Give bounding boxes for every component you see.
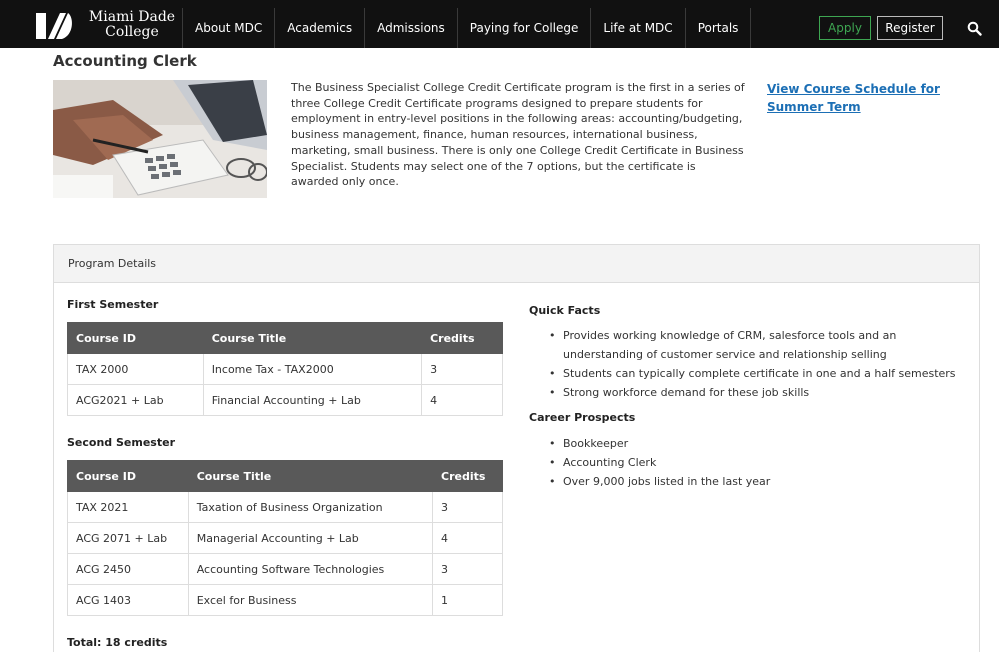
credits-cell: 1 <box>432 584 503 616</box>
top-navigation-bar: Miami Dade College About MDC Academics A… <box>0 0 999 48</box>
register-button[interactable]: Register <box>877 16 943 40</box>
course-id-cell: TAX 2021 <box>67 491 189 523</box>
course-title-cell: Excel for Business <box>187 584 434 616</box>
list-item: Strong workforce demand for these job sk… <box>529 383 959 402</box>
table-row: ACG2021 + Lab Financial Accounting + Lab… <box>67 384 503 416</box>
logo-line-2: College <box>105 24 159 40</box>
list-item: Over 9,000 jobs listed in the last year <box>529 472 959 491</box>
course-schedule-link[interactable]: View Course Schedule for Summer Term <box>767 80 977 116</box>
nav-about-mdc[interactable]: About MDC <box>182 8 274 48</box>
list-item: Provides working knowledge of CRM, sales… <box>529 326 959 364</box>
logo-wordmark: Miami Dade College <box>84 10 180 40</box>
career-prospects-heading: Career Prospects <box>529 411 636 424</box>
table-header-row: Course ID Course Title Credits <box>67 460 503 492</box>
logo-line-1: Miami Dade <box>88 9 176 25</box>
mdc-logo-icon <box>36 13 72 39</box>
course-title-cell: Taxation of Business Organization <box>187 491 434 523</box>
column-header-course-title: Course Title <box>187 460 434 492</box>
nav-life-at-mdc[interactable]: Life at MDC <box>590 8 684 48</box>
page-title: Accounting Clerk <box>53 52 197 70</box>
column-header-course-id: Course ID <box>67 322 204 354</box>
table-row: ACG 1403 Excel for Business 1 <box>67 584 503 616</box>
credits-cell: 3 <box>432 553 503 585</box>
nav-academics[interactable]: Academics <box>274 8 364 48</box>
apply-button[interactable]: Apply <box>819 16 871 40</box>
course-title-cell: Income Tax - TAX2000 <box>202 353 423 385</box>
credits-cell: 3 <box>421 353 503 385</box>
college-logo[interactable]: Miami Dade College <box>36 10 180 44</box>
course-title-cell: Financial Accounting + Lab <box>202 384 423 416</box>
course-id-cell: TAX 2000 <box>67 353 204 385</box>
second-semester-table: Course ID Course Title Credits TAX 2021 … <box>67 460 503 616</box>
panel-heading: Program Details <box>54 245 979 283</box>
credits-cell: 4 <box>432 522 503 554</box>
table-header-row: Course ID Course Title Credits <box>67 322 503 354</box>
list-item: Students can typically complete certific… <box>529 364 959 383</box>
course-id-cell: ACG 2071 + Lab <box>67 522 189 554</box>
column-header-credits: Credits <box>432 460 503 492</box>
search-icon[interactable] <box>967 21 982 36</box>
second-semester-title: Second Semester <box>67 436 175 449</box>
nav-portals[interactable]: Portals <box>684 8 752 48</box>
table-row: ACG 2071 + Lab Managerial Accounting + L… <box>67 522 503 554</box>
list-item: Bookkeeper <box>529 434 959 453</box>
column-header-course-id: Course ID <box>67 460 189 492</box>
career-prospects-list: Bookkeeper Accounting Clerk Over 9,000 j… <box>529 434 959 491</box>
course-title-cell: Managerial Accounting + Lab <box>187 522 434 554</box>
quick-facts-list: Provides working knowledge of CRM, sales… <box>529 326 959 402</box>
program-description: The Business Specialist College Credit C… <box>291 81 745 189</box>
course-id-cell: ACG 2450 <box>67 553 189 585</box>
table-row: TAX 2021 Taxation of Business Organizati… <box>67 491 503 523</box>
main-menu: About MDC Academics Admissions Paying fo… <box>182 8 752 48</box>
column-header-credits: Credits <box>421 322 503 354</box>
credits-cell: 3 <box>432 491 503 523</box>
nav-admissions[interactable]: Admissions <box>364 8 457 48</box>
course-title-cell: Accounting Software Technologies <box>187 553 434 585</box>
nav-paying-for-college[interactable]: Paying for College <box>456 8 591 48</box>
course-id-cell: ACG2021 + Lab <box>67 384 204 416</box>
list-item: Accounting Clerk <box>529 453 959 472</box>
accountant-photo <box>53 80 267 198</box>
course-id-cell: ACG 1403 <box>67 584 189 616</box>
first-semester-table: Course ID Course Title Credits TAX 2000 … <box>67 322 503 416</box>
credits-cell: 4 <box>421 384 503 416</box>
table-row: ACG 2450 Accounting Software Technologie… <box>67 553 503 585</box>
column-header-course-title: Course Title <box>202 322 423 354</box>
total-credits: Total: 18 credits <box>67 636 168 649</box>
table-row: TAX 2000 Income Tax - TAX2000 3 <box>67 353 503 385</box>
quick-facts-heading: Quick Facts <box>529 304 601 317</box>
first-semester-title: First Semester <box>67 298 159 311</box>
